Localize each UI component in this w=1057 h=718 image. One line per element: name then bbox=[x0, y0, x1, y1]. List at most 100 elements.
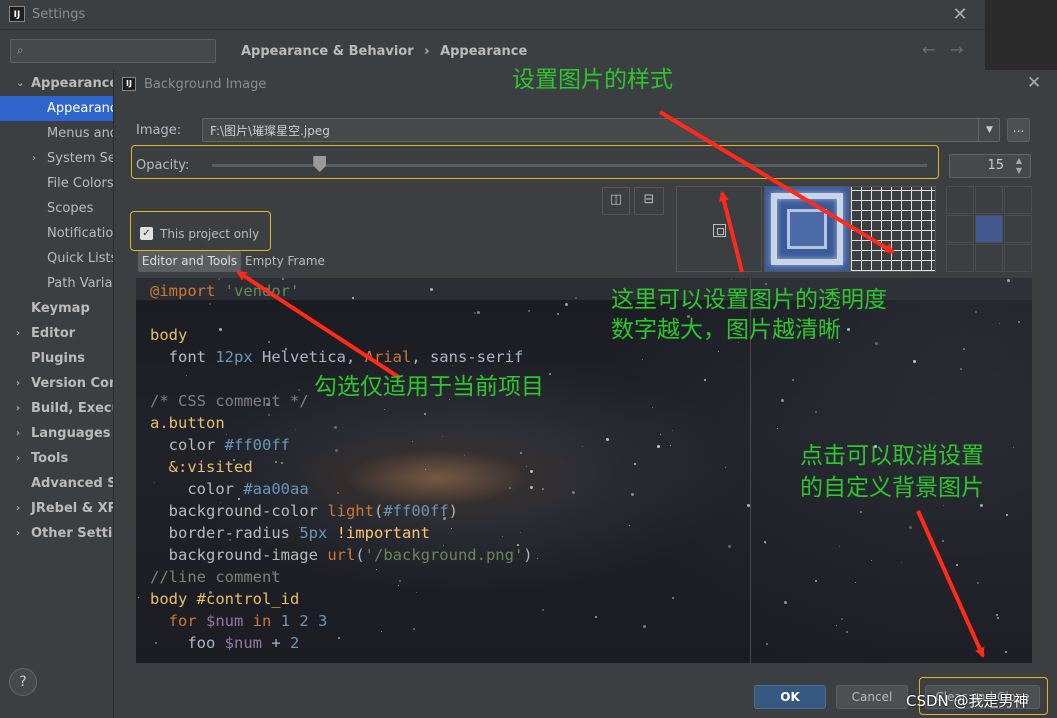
chevron-right-icon[interactable]: › bbox=[32, 146, 36, 171]
placement-tile-option[interactable] bbox=[850, 186, 936, 272]
anchor-cell-center[interactable] bbox=[975, 215, 1003, 243]
anchor-cell-bottom-left[interactable] bbox=[946, 244, 974, 272]
chevron-right-icon[interactable]: › bbox=[16, 371, 20, 396]
ok-button[interactable]: OK bbox=[754, 685, 826, 709]
anchor-cell-top[interactable] bbox=[975, 186, 1003, 214]
code-token: background-image bbox=[150, 546, 328, 564]
forward-arrow-icon[interactable]: → bbox=[950, 40, 963, 59]
anchor-cell-left[interactable] bbox=[946, 215, 974, 243]
star-dot bbox=[855, 582, 856, 583]
chevron-right-icon[interactable]: › bbox=[16, 446, 20, 471]
chevron-right-icon[interactable]: › bbox=[16, 396, 20, 421]
star-dot bbox=[575, 297, 577, 299]
help-button[interactable]: ? bbox=[9, 668, 37, 696]
star-dot bbox=[672, 430, 673, 431]
sidebar-item[interactable]: Menus and bbox=[0, 121, 113, 146]
code-token: , sans-serif bbox=[411, 348, 524, 366]
star-dot bbox=[766, 643, 768, 645]
intellij-logo-icon: IJ bbox=[122, 77, 136, 91]
tab-editor-and-tools[interactable]: Editor and Tools bbox=[138, 251, 241, 272]
anchor-cell-bottom-right[interactable] bbox=[1004, 244, 1032, 272]
sidebar-item-label: Plugins bbox=[31, 351, 85, 366]
chevron-right-icon[interactable]: › bbox=[16, 521, 20, 546]
code-token: $num bbox=[224, 634, 262, 652]
settings-sidebar: ⌄ Appearance & Appearance Menus and › System … bbox=[0, 70, 113, 660]
chevron-right-icon[interactable]: › bbox=[16, 496, 20, 521]
placement-stretch-option[interactable] bbox=[764, 186, 850, 272]
close-icon[interactable]: ✕ bbox=[950, 5, 970, 25]
this-project-only-label[interactable]: This project only bbox=[160, 227, 259, 241]
code-token: 12px bbox=[215, 348, 253, 366]
sidebar-item-label: Appearance & bbox=[31, 76, 113, 91]
anchor-cell-right[interactable] bbox=[1004, 215, 1032, 243]
sidebar-item-label: JRebel & XRe bbox=[31, 501, 113, 516]
star-dot bbox=[963, 348, 965, 350]
chevron-down-icon[interactable]: ⌄ bbox=[16, 71, 24, 96]
sidebar-item-label: Scopes bbox=[47, 201, 94, 216]
close-icon[interactable]: ✕ bbox=[1027, 73, 1041, 93]
sidebar-item[interactable]: › Build, Executi bbox=[0, 396, 113, 421]
chevron-right-icon[interactable]: › bbox=[16, 321, 20, 346]
code-line: color #aa00aa bbox=[150, 478, 533, 500]
image-path-combobox[interactable]: F:\图片\璀璨星空.jpeg bbox=[202, 118, 1000, 142]
code-token: #aa00aa bbox=[243, 480, 309, 498]
star-dot bbox=[565, 303, 568, 306]
anchor-cell-bottom[interactable] bbox=[975, 244, 1003, 272]
spinner-arrows-icon[interactable]: ▲ ▼ bbox=[1011, 156, 1027, 176]
chevron-down-icon[interactable]: ▼ bbox=[978, 118, 1000, 142]
split-vertical-icon[interactable]: ◫ bbox=[602, 187, 630, 215]
star-dot bbox=[670, 445, 671, 446]
sidebar-item[interactable]: Quick Lists bbox=[0, 246, 113, 271]
sidebar-item-label: Build, Executi bbox=[31, 401, 113, 416]
sidebar-item[interactable]: › JRebel & XRe bbox=[0, 496, 113, 521]
this-project-only-checkbox[interactable]: ✓ bbox=[140, 227, 153, 240]
sidebar-item[interactable]: File Colors bbox=[0, 171, 113, 196]
sidebar-item[interactable]: Notification bbox=[0, 221, 113, 246]
code-token: for bbox=[150, 612, 206, 630]
sidebar-item[interactable]: › System Sett bbox=[0, 146, 113, 171]
sidebar-item-label: Path Variab bbox=[47, 276, 113, 291]
sidebar-item[interactable]: › Version Contr bbox=[0, 371, 113, 396]
browse-button[interactable]: ... bbox=[1007, 118, 1030, 142]
opacity-spinner[interactable]: 15 ▲ ▼ bbox=[949, 154, 1031, 178]
star-dot bbox=[777, 428, 778, 429]
chevron-right-icon[interactable]: › bbox=[16, 421, 20, 446]
sidebar-item[interactable]: › Tools bbox=[0, 446, 113, 471]
breadcrumb-separator: › bbox=[424, 44, 430, 59]
code-line: //line comment bbox=[150, 566, 533, 588]
sidebar-item[interactable]: ⌄ Appearance & bbox=[0, 71, 113, 96]
sidebar-item[interactable]: › Other Setting bbox=[0, 521, 113, 546]
code-line: a.button bbox=[150, 412, 533, 434]
split-horizontal-icon[interactable]: ⊟ bbox=[634, 187, 664, 215]
sidebar-item[interactable]: Scopes bbox=[0, 196, 113, 221]
cancel-button[interactable]: Cancel bbox=[836, 685, 908, 709]
tab-empty-frame[interactable]: Empty Frame bbox=[245, 254, 325, 268]
sidebar-item[interactable]: Plugins bbox=[0, 346, 113, 371]
sidebar-item[interactable]: › Languages & bbox=[0, 421, 113, 446]
sidebar-item-label: Version Contr bbox=[31, 376, 113, 391]
back-arrow-icon[interactable]: ← bbox=[922, 40, 935, 59]
sidebar-item[interactable]: Appearance bbox=[0, 96, 113, 121]
sidebar-item[interactable]: Path Variab bbox=[0, 271, 113, 296]
code-token: ) bbox=[523, 546, 533, 564]
settings-search-input[interactable]: ⌕ bbox=[10, 39, 216, 63]
star-dot bbox=[731, 279, 732, 280]
anchor-cell-top-right[interactable] bbox=[1004, 186, 1032, 214]
anchor-cell-top-left[interactable] bbox=[946, 186, 974, 214]
code-token: Helvetica, bbox=[252, 348, 365, 366]
star-dot bbox=[595, 616, 597, 618]
code-token: ( bbox=[355, 546, 365, 564]
code-token: color bbox=[150, 436, 225, 454]
placement-center-option[interactable] bbox=[676, 186, 762, 272]
code-line: background-color light(#ff00ff) bbox=[150, 500, 533, 522]
sidebar-item[interactable]: › Editor bbox=[0, 321, 113, 346]
code-token: color bbox=[150, 480, 244, 498]
annotation-project: 勾选仅适用于当前项目 bbox=[314, 374, 544, 400]
code-token: body #control_id bbox=[150, 590, 300, 608]
breadcrumb-item: Appearance bbox=[440, 44, 528, 59]
sidebar-item[interactable]: Keymap bbox=[0, 296, 113, 321]
sidebar-item[interactable]: Advanced Set bbox=[0, 471, 113, 496]
star-dot bbox=[1007, 279, 1010, 282]
star-dot bbox=[652, 407, 653, 408]
